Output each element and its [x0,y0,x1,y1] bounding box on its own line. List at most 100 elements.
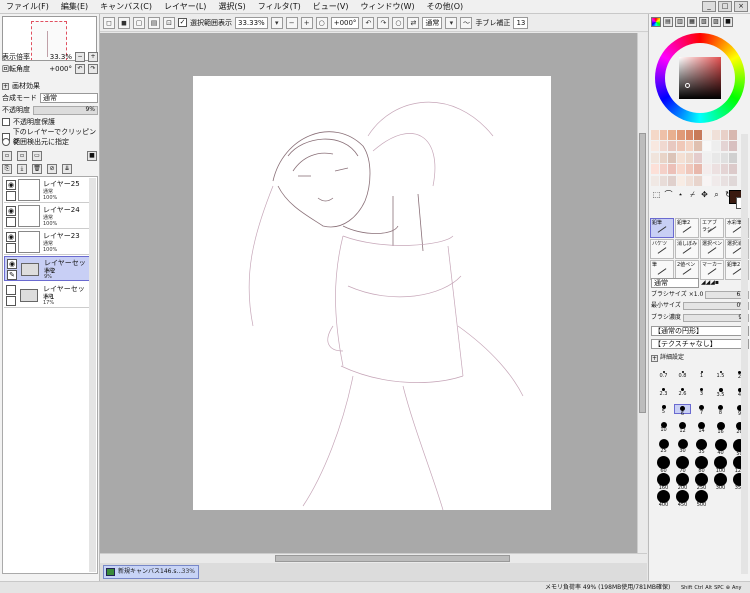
color-swatch[interactable] [711,175,720,186]
color-swatch[interactable] [659,130,668,140]
detail-settings-row[interactable]: + 詳細設定 [651,353,749,363]
brush-size-preset[interactable]: 5 [655,404,672,419]
menu-item[interactable]: 編集(E) [55,0,94,14]
brush-size-preset[interactable]: 0.8 [674,370,691,385]
color-swatch[interactable] [659,141,668,152]
color-swatch[interactable] [703,130,711,140]
color-swatch[interactable] [703,141,711,152]
menu-item[interactable]: キャンバス(C) [94,0,158,14]
swatch-toggle-icon[interactable]: ▦ [687,17,697,27]
blend-dropdown-icon[interactable]: ▾ [445,16,458,29]
saturation-value-square[interactable] [679,57,721,99]
protect-opacity-checkbox[interactable] [2,118,10,126]
color-swatch[interactable] [651,175,659,186]
brush-size-preset[interactable]: 300 [712,472,729,491]
color-swatch[interactable] [729,164,737,175]
horizontal-scrollbar[interactable] [100,553,647,563]
brush-size-preset[interactable]: 10 [655,421,672,436]
color-swatch[interactable] [720,175,729,186]
menu-item[interactable]: ファイル(F) [0,0,55,14]
copy-layer-icon[interactable]: ⎘ [2,164,12,174]
opacity-slider[interactable]: 9% [33,105,98,115]
layer-list-scrollbar[interactable] [89,178,96,572]
layer-lock-icon[interactable] [6,243,16,253]
color-swatch[interactable] [703,152,711,163]
right-panel-scrollbar[interactable] [741,134,748,574]
brush-size-preset[interactable]: 0.7 [655,370,672,385]
brush-size-preset[interactable]: 400 [655,489,672,508]
color-swatch[interactable] [711,164,720,175]
color-swatch[interactable] [651,130,659,140]
canvas-area[interactable] [100,33,637,553]
selection-source-radio[interactable] [2,138,10,146]
lasso-icon[interactable]: ⌒ [663,190,674,212]
scratchpad-icon[interactable]: ▧ [699,17,709,27]
brush-size-preset[interactable]: 7 [693,404,710,419]
eyedropper-icon[interactable]: ⌿ [687,190,698,212]
visibility-eye-icon[interactable]: ◉ [6,180,16,190]
brush-tool[interactable]: 消しぼみ [675,239,699,259]
brush-size-preset[interactable]: 40 [712,438,729,456]
color-swatch[interactable] [703,164,711,175]
color-swatch[interactable] [694,175,703,186]
rect-select-icon[interactable]: ⬚ [651,190,662,212]
nav-rotate-left-icon[interactable]: ↶ [75,64,85,74]
color-swatch[interactable] [677,141,685,152]
color-swatch[interactable] [703,175,711,186]
brush-mark-icon[interactable]: ✎ [7,270,17,280]
menu-item[interactable]: その他(O) [421,0,470,14]
brush-size-preset[interactable]: 1 [693,370,710,385]
brush-size-preset[interactable]: 25 [655,438,672,454]
color-swatch[interactable] [677,175,685,186]
layer-row[interactable]: ◉ レイヤー24 通常 100% [4,204,90,229]
layer-row[interactable]: ◉ レイヤー23 通常 100% [4,230,90,255]
brush-size-preset[interactable]: 14 [693,421,710,436]
color-swatch[interactable] [651,164,659,175]
nav-rotate-right-icon[interactable]: ↷ [88,64,98,74]
visibility-eye-icon[interactable]: ◉ [6,232,16,242]
brush-shape-select[interactable]: 【通常の円形】 [651,326,749,336]
brush-size-preset[interactable]: 160 [655,472,672,491]
restore-button[interactable]: □ [718,1,732,12]
protect-opacity-row[interactable]: 不透明度保護 [2,117,55,127]
color-swatch[interactable] [685,164,694,175]
visibility-eye-icon[interactable] [6,285,16,295]
new-layer-icon[interactable]: ▫ [2,151,12,161]
zoom-reset-icon[interactable]: ○ [315,16,328,29]
blend-select[interactable]: 通常 [422,16,443,29]
horizontal-scroll-thumb[interactable] [275,555,510,562]
color-swatch[interactable] [668,175,677,186]
flip-icon[interactable]: ⇄ [407,16,420,29]
document-tab[interactable]: 新規キャンバス146.s... 33% [103,565,199,579]
color-swatch[interactable] [677,152,685,163]
color-swatch[interactable] [651,141,659,152]
select-show-checkbox[interactable]: ✓ [178,18,187,27]
menu-item[interactable]: レイヤー(L) [158,0,212,14]
color-swatch[interactable] [720,141,729,152]
color-swatch[interactable] [668,141,677,152]
blend-mode-select[interactable]: 通常 [40,93,98,103]
close-button[interactable]: × [734,1,748,12]
flatten-icon[interactable]: ⇊ [62,164,72,174]
color-swatch[interactable] [659,175,668,186]
color-swatch[interactable] [711,130,720,140]
brush-tip-shapes-icon[interactable]: ◢◢◢▪ [701,278,719,288]
brush-tool[interactable]: 2値ペン [675,260,699,280]
color-swatch[interactable] [711,141,720,152]
brush-size-preset[interactable]: 3 [693,387,710,402]
menu-item[interactable]: ウィンドウ(W) [354,0,420,14]
layer-row[interactable]: ◉ レイヤー25 通常 100% [4,178,90,203]
zoom-value[interactable]: 33.3% [50,52,72,62]
color-wheel-toggle-icon[interactable] [651,17,661,27]
brush-tool[interactable]: 鉛筆2 [675,218,699,238]
layer-lock-icon[interactable] [6,191,16,201]
color-panel-icon[interactable]: ■ [723,17,733,27]
nav-zoom-out-icon[interactable]: − [75,52,85,62]
color-swatch[interactable] [694,152,703,163]
brush-tool[interactable]: 鉛筆 [650,218,674,238]
brush-size-preset[interactable]: 2.3 [655,387,672,402]
brush-size-preset[interactable]: 70 [674,455,691,474]
color-picker-marker[interactable] [685,83,690,88]
brush-tool[interactable]: 選択ペン [700,239,724,259]
brush-blend-select[interactable]: 通常 [651,278,699,288]
